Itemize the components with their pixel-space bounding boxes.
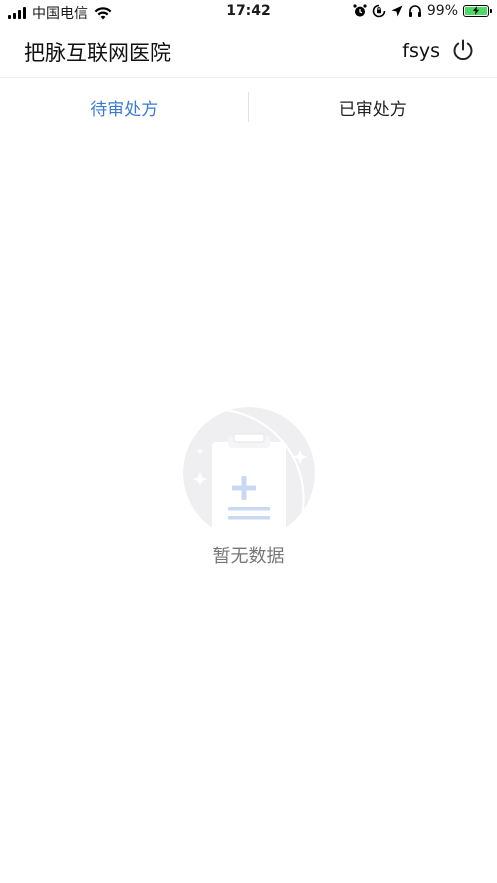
headphones-icon [408,5,421,17]
status-right: 99% [353,3,492,19]
empty-state: 暂无数据 [0,406,497,568]
tab-pending-prescriptions[interactable]: 待审处方 [0,78,249,136]
status-bar: 中国电信 17:42 99% [0,0,497,24]
username-label: fsys [402,40,440,62]
battery-percent: 99% [426,3,458,19]
alarm-icon [353,4,367,17]
rotation-lock-icon [372,4,386,18]
tab-reviewed-prescriptions[interactable]: 已审处方 [249,78,497,136]
empty-clipboard-icon [182,407,315,532]
app-header: 把脉互联网医院 fsys [0,24,497,78]
battery-fill [465,6,487,15]
page-title: 把脉互联网医院 [24,41,171,65]
logout-button[interactable] [451,38,475,62]
empty-state-text: 暂无数据 [212,546,285,567]
location-arrow-icon [391,5,403,17]
power-icon [453,39,473,61]
prescription-tabs: 待审处方 已审处方 [0,78,497,136]
charging-bolt-icon [473,6,479,15]
tab-divider [248,92,249,122]
battery-icon [463,5,492,17]
